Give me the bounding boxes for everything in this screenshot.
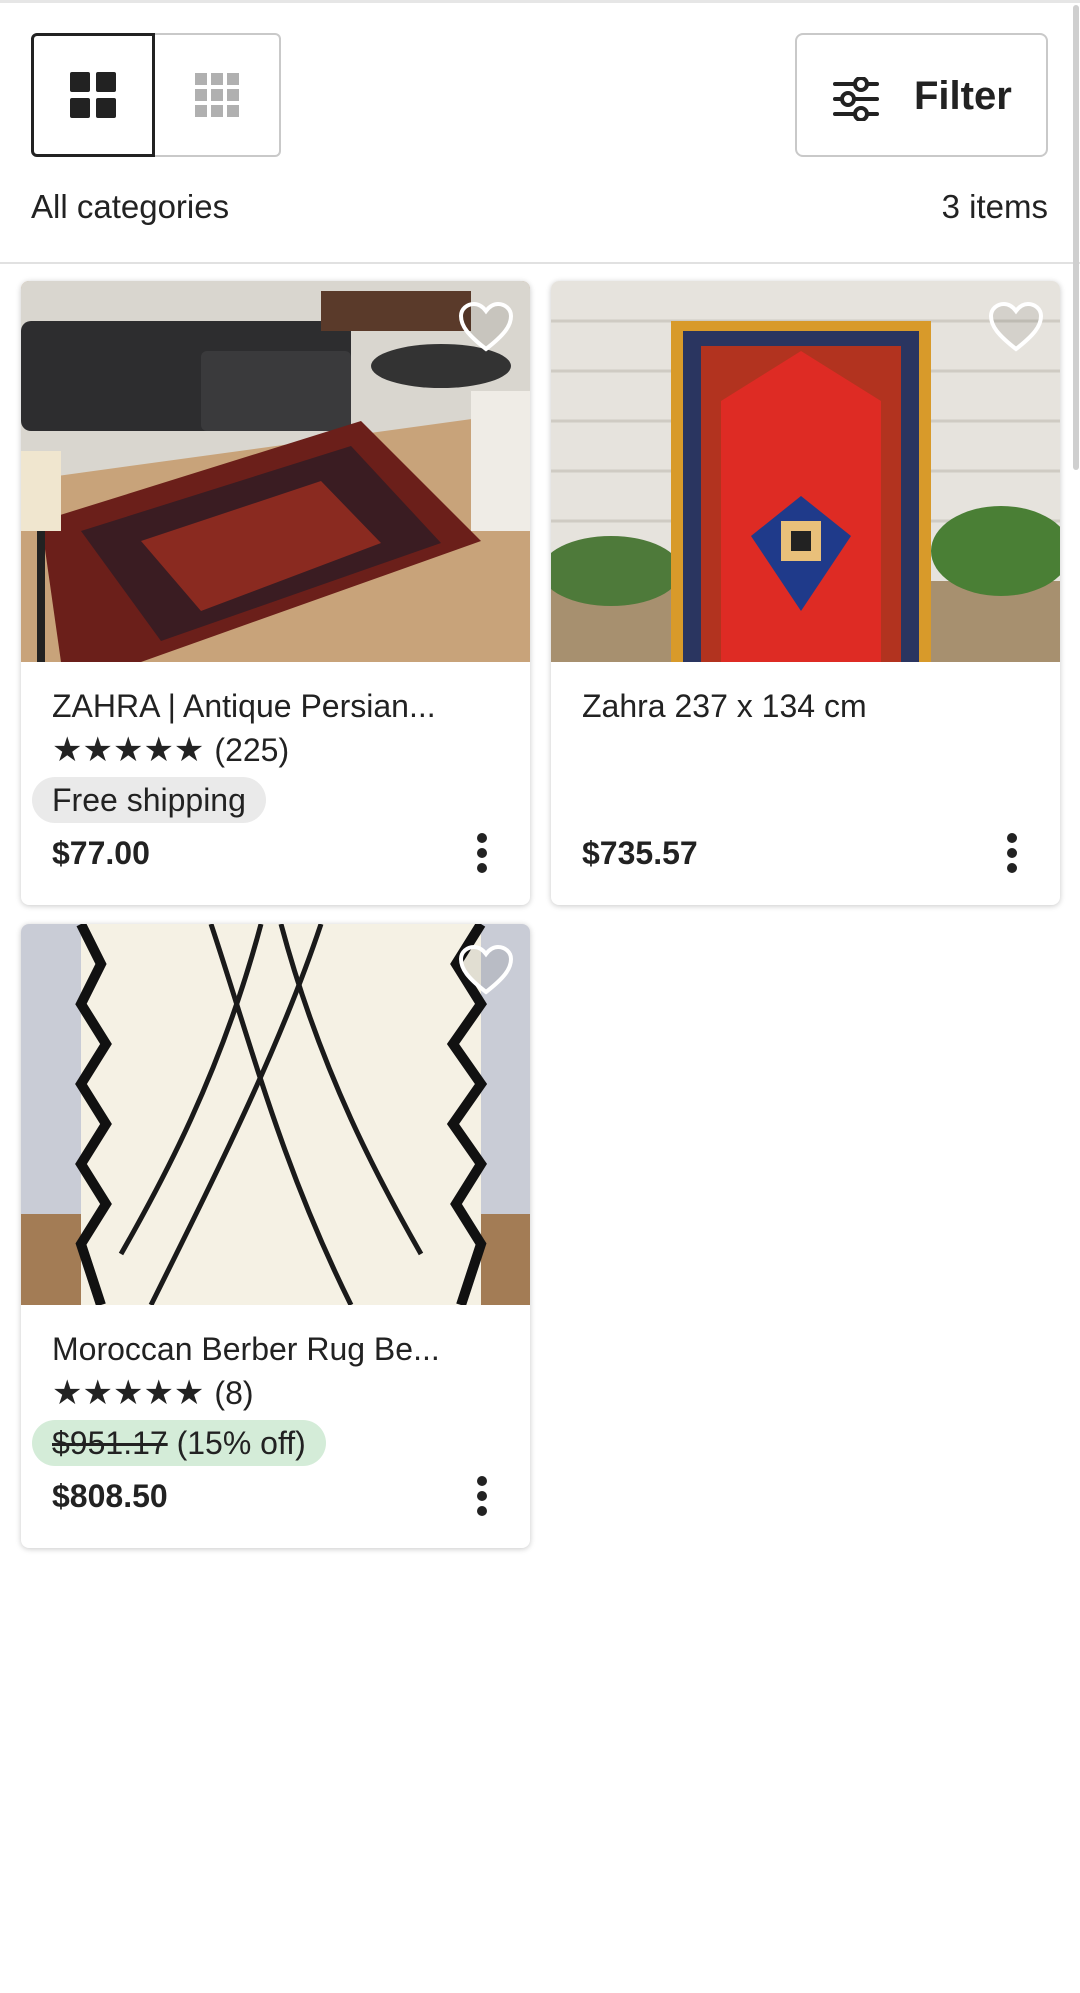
star-rating-icon: ★★★★★ bbox=[52, 1374, 205, 1412]
dense-view-button[interactable] bbox=[155, 33, 281, 157]
original-price: $951.17 bbox=[52, 1425, 168, 1461]
listing-card[interactable]: ZAHRA | Antique Persian... ★★★★★ (225) F… bbox=[21, 281, 530, 905]
rating: ★★★★★ (8) bbox=[52, 1373, 254, 1413]
sliders-icon bbox=[833, 77, 879, 121]
rating: ★★★★★ (225) bbox=[52, 730, 289, 770]
listing-title[interactable]: ZAHRA | Antique Persian... bbox=[52, 684, 492, 728]
more-options-icon[interactable] bbox=[474, 1474, 490, 1518]
more-options-icon[interactable] bbox=[1004, 831, 1020, 875]
listing-price: $77.00 bbox=[52, 835, 150, 871]
review-count: (8) bbox=[214, 1374, 254, 1411]
review-count: (225) bbox=[214, 731, 290, 768]
view-toggle bbox=[31, 33, 281, 157]
listing-title[interactable]: Zahra 237 x 134 cm bbox=[582, 684, 1022, 728]
listing-card[interactable]: Moroccan Berber Rug Be... ★★★★★ (8) $951… bbox=[21, 924, 530, 1548]
listing-price: $735.57 bbox=[582, 835, 698, 871]
listing-title[interactable]: Moroccan Berber Rug Be... bbox=[52, 1327, 492, 1371]
listing-card[interactable]: Zahra 237 x 134 cm $735.57 bbox=[551, 281, 1060, 905]
grid-view-button[interactable] bbox=[31, 33, 155, 157]
listing-price: $808.50 bbox=[52, 1478, 168, 1514]
filter-button[interactable]: Filter bbox=[795, 33, 1048, 157]
grid-3x3-icon bbox=[195, 73, 239, 117]
star-rating-icon: ★★★★★ bbox=[52, 731, 205, 769]
grid-2x2-icon bbox=[70, 72, 116, 118]
listing-image[interactable] bbox=[551, 281, 1060, 662]
free-shipping-badge: Free shipping bbox=[32, 777, 266, 823]
more-options-icon[interactable] bbox=[474, 831, 490, 875]
listing-image[interactable] bbox=[21, 281, 530, 662]
heart-icon[interactable] bbox=[458, 301, 514, 353]
sale-badge: $951.17 (15% off) bbox=[32, 1420, 326, 1466]
discount-label: (15% off) bbox=[176, 1425, 306, 1461]
filter-label: Filter bbox=[914, 74, 1012, 118]
category-label: All categories bbox=[31, 188, 230, 225]
results-toolbar: Filter All categories 3 items bbox=[0, 0, 1080, 264]
heart-icon[interactable] bbox=[458, 944, 514, 996]
item-count: 3 items bbox=[941, 188, 1048, 225]
scrollbar[interactable] bbox=[1073, 5, 1079, 470]
heart-icon[interactable] bbox=[988, 301, 1044, 353]
listing-image[interactable] bbox=[21, 924, 530, 1305]
